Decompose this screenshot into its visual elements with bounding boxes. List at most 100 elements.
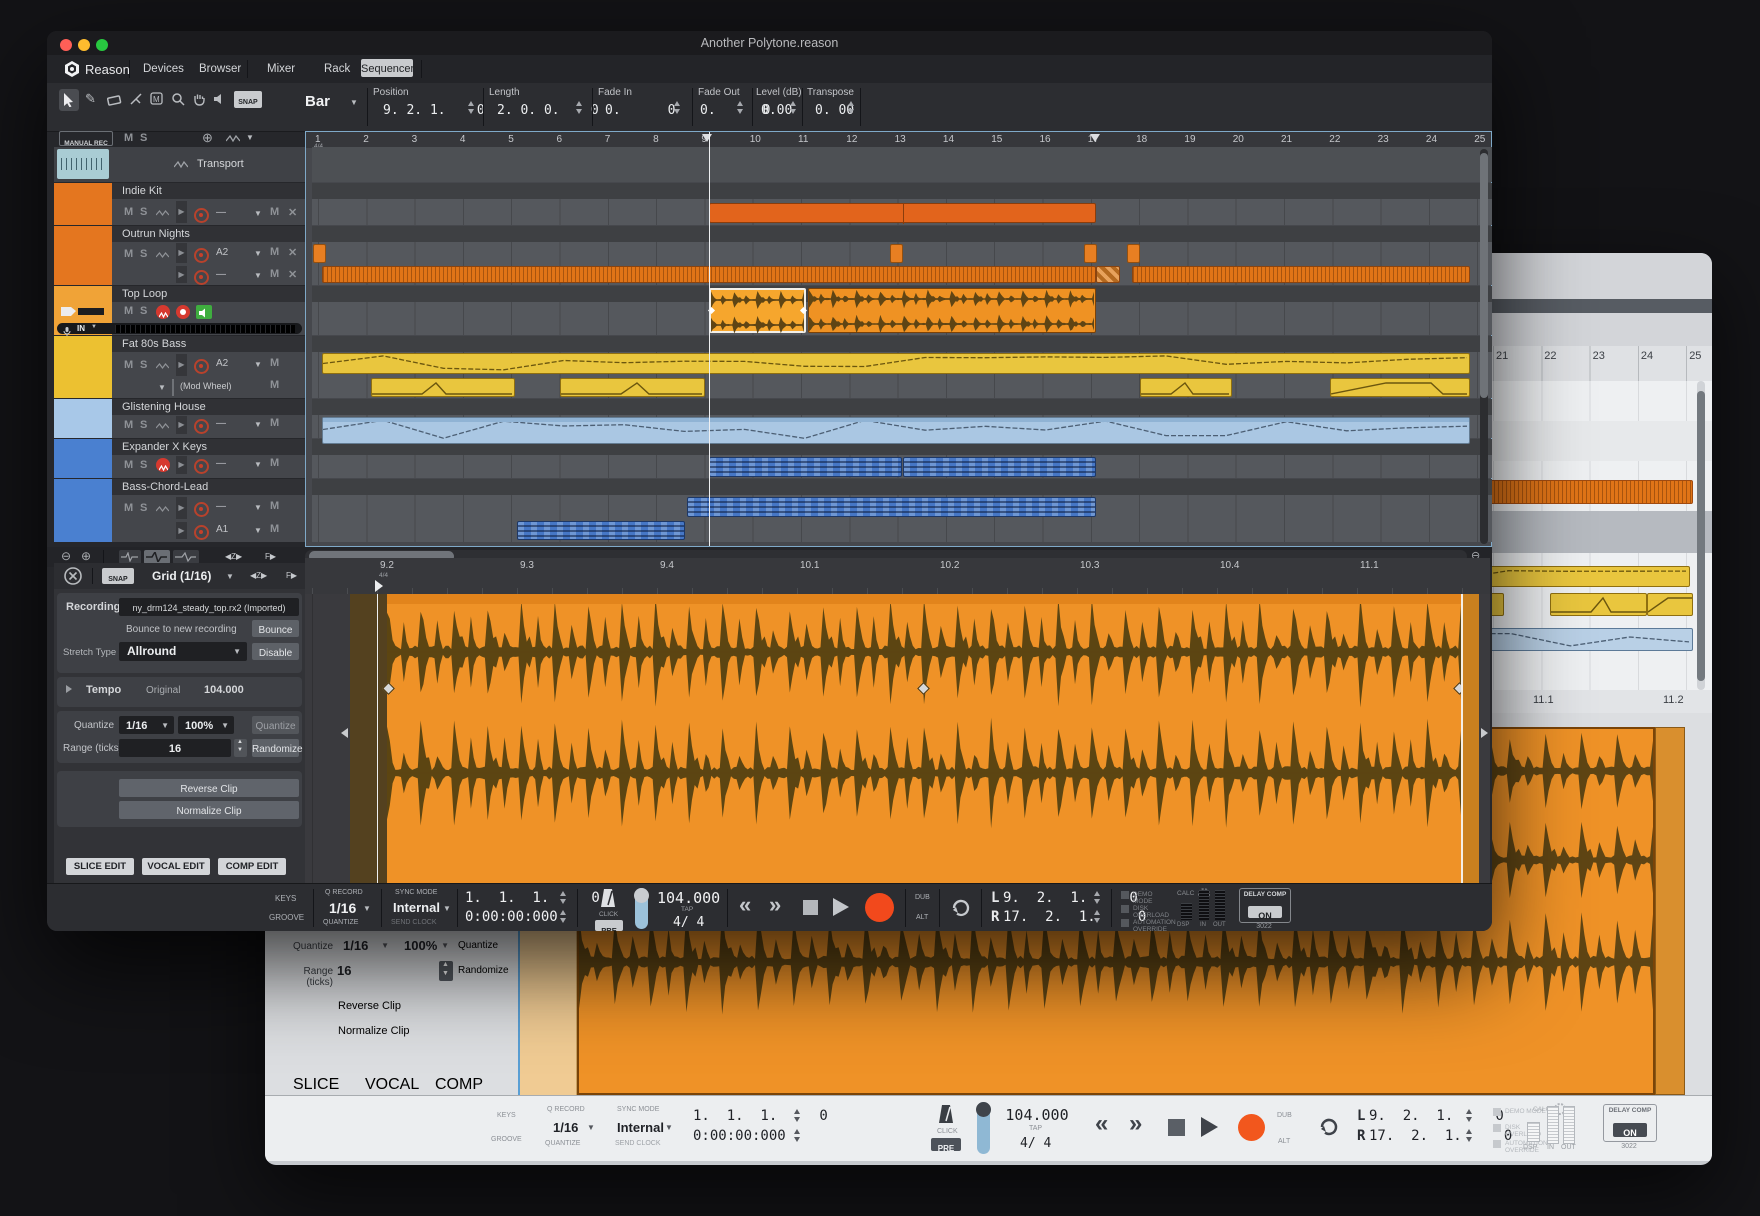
- grid-dropdown[interactable]: Grid (1/16): [152, 569, 211, 583]
- keys-button[interactable]: KEYS: [275, 894, 296, 903]
- clip-toploop-2[interactable]: [808, 288, 1096, 333]
- click-level-fader[interactable]: [635, 888, 648, 929]
- loop-icon[interactable]: [1317, 1116, 1341, 1138]
- groove-button[interactable]: GROOVE: [491, 1136, 522, 1143]
- follow-song-button[interactable]: F▶: [265, 552, 276, 561]
- editor-audio-clip[interactable]: [387, 594, 1461, 883]
- record-arm[interactable]: [194, 525, 209, 540]
- track-transport[interactable]: Transport: [54, 147, 305, 182]
- lane-expand-icon[interactable]: ▶: [176, 456, 187, 474]
- menu-item-devices[interactable]: Devices: [143, 63, 184, 75]
- recording-field[interactable]: ny_drm124_steady_top.rx2 (Imported): [119, 598, 299, 616]
- level-value[interactable]: 0.00: [761, 103, 792, 118]
- level-stepper[interactable]: [789, 100, 798, 115]
- manual-rec-button[interactable]: MANUAL REC: [59, 131, 113, 146]
- eraser-tool-icon[interactable]: [107, 94, 122, 106]
- scrub-right-icon[interactable]: [1481, 728, 1488, 738]
- lane-selector[interactable]: —: [216, 207, 226, 218]
- automation-icon[interactable]: [156, 251, 169, 259]
- solo-button[interactable]: S: [140, 359, 147, 371]
- lane-expand-icon[interactable]: ▶: [176, 416, 187, 434]
- clip-modwheel-2[interactable]: [560, 378, 705, 397]
- tab-comp-edit[interactable]: COMP EDIT: [435, 1076, 497, 1096]
- metronome-icon[interactable]: [937, 1104, 955, 1126]
- quantize-amount-dropdown[interactable]: 100% ▼: [178, 716, 234, 734]
- pre-button[interactable]: PRE: [931, 1138, 961, 1151]
- time-stepper[interactable]: [793, 1128, 802, 1143]
- range-ticks-field[interactable]: 16: [119, 739, 231, 757]
- time-stepper[interactable]: [559, 909, 568, 924]
- editor-ruler[interactable]: 4/4 9.29.39.410.110.210.310.411.111.2: [305, 558, 1490, 595]
- clip-outrun-4[interactable]: [1127, 244, 1140, 263]
- lane-selector[interactable]: —: [216, 418, 226, 429]
- lane-expand-icon[interactable]: ▶: [176, 354, 187, 376]
- chevron-down-icon[interactable]: ▼: [254, 271, 262, 280]
- stretch-type-dropdown[interactable]: Allround ▼: [119, 642, 247, 661]
- menu-item-browser[interactable]: Browser: [199, 63, 241, 75]
- mute-button[interactable]: M: [124, 305, 133, 317]
- chevron-down-icon[interactable]: ▼: [254, 360, 262, 369]
- lane-mute[interactable]: M: [270, 246, 279, 258]
- chevron-down-icon[interactable]: ▼: [246, 133, 254, 142]
- position-stepper[interactable]: [467, 100, 476, 115]
- send-clock-toggle[interactable]: SEND CLOCK: [615, 1140, 661, 1147]
- mute-button[interactable]: M: [124, 206, 133, 218]
- lane-mute[interactable]: M: [270, 523, 279, 535]
- fast-forward-button[interactable]: »: [1129, 1110, 1142, 1138]
- record-button[interactable]: [865, 893, 894, 922]
- editor-playhead-flag[interactable]: [375, 580, 383, 592]
- right-locator-stepper[interactable]: [1093, 909, 1102, 924]
- chevron-down-icon[interactable]: ▼: [254, 503, 262, 512]
- q-record-value[interactable]: 1/16: [329, 900, 356, 916]
- tap-button[interactable]: TAP: [1029, 1125, 1042, 1132]
- lane-mute[interactable]: M: [270, 268, 279, 280]
- right-locator-stepper[interactable]: [1465, 1128, 1474, 1143]
- left-locator-display[interactable]: 9. 2. 1. 0: [1369, 1108, 1455, 1124]
- close-editor-icon[interactable]: [64, 567, 82, 585]
- record-arm[interactable]: [194, 270, 209, 285]
- transpose-stepper[interactable]: [847, 100, 856, 115]
- solo-button[interactable]: S: [140, 206, 147, 218]
- mute-button[interactable]: M: [124, 459, 133, 471]
- position-stepper[interactable]: [793, 1108, 802, 1123]
- monitor-button[interactable]: [196, 305, 212, 319]
- chevron-down-icon[interactable]: ▼: [254, 420, 262, 429]
- solo-button[interactable]: S: [140, 305, 147, 317]
- track-indie-kit[interactable]: Indie Kit M S ▶ — ▼ M ✕: [54, 183, 305, 225]
- hand-tool-icon[interactable]: [192, 92, 206, 106]
- automation-icon[interactable]: [156, 422, 169, 430]
- rewind-button[interactable]: «: [739, 892, 751, 918]
- transport-track-icon[interactable]: [57, 149, 109, 179]
- sync-mode-value[interactable]: Internal: [617, 1120, 664, 1135]
- bg-vertical-scrollbar[interactable]: [1697, 381, 1705, 690]
- lane-expand-icon[interactable]: ▶: [176, 201, 187, 223]
- alt-button[interactable]: ALT: [1278, 1138, 1290, 1145]
- lane-expand-icon[interactable]: ▶: [176, 243, 187, 263]
- solo-button[interactable]: S: [140, 248, 147, 260]
- delay-comp-on-button[interactable]: ON: [1248, 906, 1282, 918]
- lane-expand-icon[interactable]: ▶: [176, 497, 187, 519]
- clip-toploop-selected[interactable]: [709, 288, 806, 333]
- range-stepper[interactable]: ▲ ▼: [439, 961, 453, 981]
- normalize-clip-button[interactable]: Normalize Clip: [338, 1021, 508, 1042]
- record-arm[interactable]: [194, 419, 209, 434]
- randomize-button[interactable]: Randomize: [252, 739, 299, 757]
- add-track-icon[interactable]: ⊕: [202, 130, 213, 146]
- left-locator-stepper[interactable]: [1465, 1108, 1474, 1123]
- record-arm[interactable]: [194, 248, 209, 263]
- editor-zoom-button[interactable]: ◀Z▶: [250, 571, 267, 580]
- pre-button[interactable]: PRE: [595, 920, 623, 931]
- track-expander-x-keys[interactable]: Expander X Keys M S ▶ — ▼ M: [54, 439, 305, 478]
- chevron-down-icon[interactable]: ▼: [254, 249, 262, 258]
- scrollbar-thumb[interactable]: [1697, 391, 1705, 681]
- reverse-clip-button[interactable]: Reverse Clip: [119, 779, 299, 797]
- left-locator-display[interactable]: 9. 2. 1. 0: [1003, 890, 1085, 906]
- left-locator-marker[interactable]: [702, 134, 712, 142]
- clip-glistening[interactable]: [322, 417, 1470, 444]
- chevron-down-icon[interactable]: ▼: [254, 460, 262, 469]
- fader-knob[interactable]: [634, 888, 649, 903]
- chevron-down-icon[interactable]: ▼: [350, 98, 358, 107]
- range-field[interactable]: 16: [337, 961, 437, 981]
- rewind-button[interactable]: «: [1095, 1110, 1108, 1138]
- clip-outrun-long-2[interactable]: [1132, 266, 1470, 283]
